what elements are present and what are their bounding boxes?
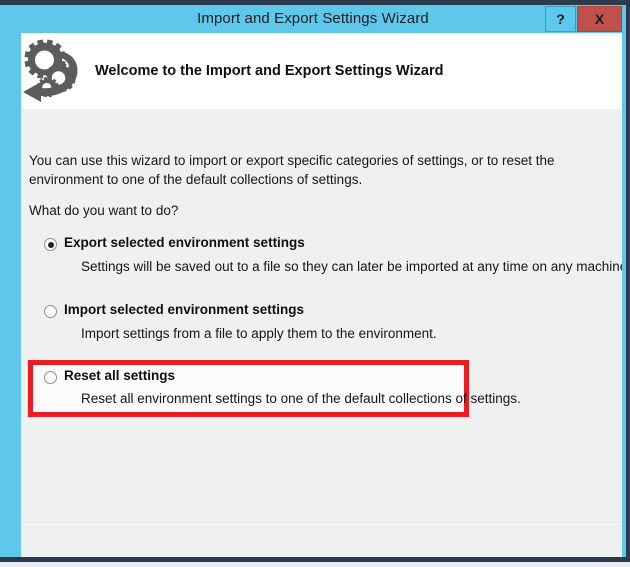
radio-import-icon[interactable]	[44, 305, 57, 318]
close-button[interactable]: X	[577, 6, 622, 32]
wizard-header-title: Welcome to the Import and Export Setting…	[95, 63, 444, 79]
wizard-header: Welcome to the Import and Export Setting…	[21, 33, 622, 109]
settings-gears-arrow-icon	[21, 38, 87, 104]
question-label: What do you want to do?	[29, 203, 179, 218]
footer-button-bar: < Previous Next > Finish Cancel	[21, 524, 622, 557]
help-button[interactable]: ?	[545, 6, 576, 32]
client-area: Welcome to the Import and Export Setting…	[21, 33, 622, 557]
option-reset-title: Reset all settings	[64, 368, 176, 383]
option-export-description: Settings will be saved out to a file so …	[81, 259, 622, 274]
option-reset-highlight-box[interactable]: Reset all settings Reset all environment…	[28, 360, 521, 417]
option-reset-description: Reset all environment settings to one of…	[81, 391, 521, 406]
window-title: Import and Export Settings Wizard	[197, 10, 429, 27]
radio-export-icon[interactable]	[44, 238, 57, 251]
option-import-description: Import settings from a file to apply the…	[81, 326, 437, 341]
intro-paragraph: You can use this wizard to import or exp…	[29, 153, 555, 187]
option-import-row[interactable]: Import selected environment settings	[29, 302, 599, 322]
option-import[interactable]: Import selected environment settings Imp…	[29, 302, 599, 341]
option-export[interactable]: Export selected environment settings Set…	[29, 235, 622, 274]
option-export-title: Export selected environment settings	[64, 235, 305, 250]
radio-reset-icon[interactable]	[44, 371, 57, 384]
title-bar[interactable]: Import and Export Settings Wizard ? X	[0, 5, 626, 33]
wizard-body: You can use this wizard to import or exp…	[21, 109, 622, 557]
wizard-window: Import and Export Settings Wizard ? X We…	[0, 0, 630, 562]
option-export-row[interactable]: Export selected environment settings	[29, 235, 599, 255]
option-import-title: Import selected environment settings	[64, 302, 305, 317]
